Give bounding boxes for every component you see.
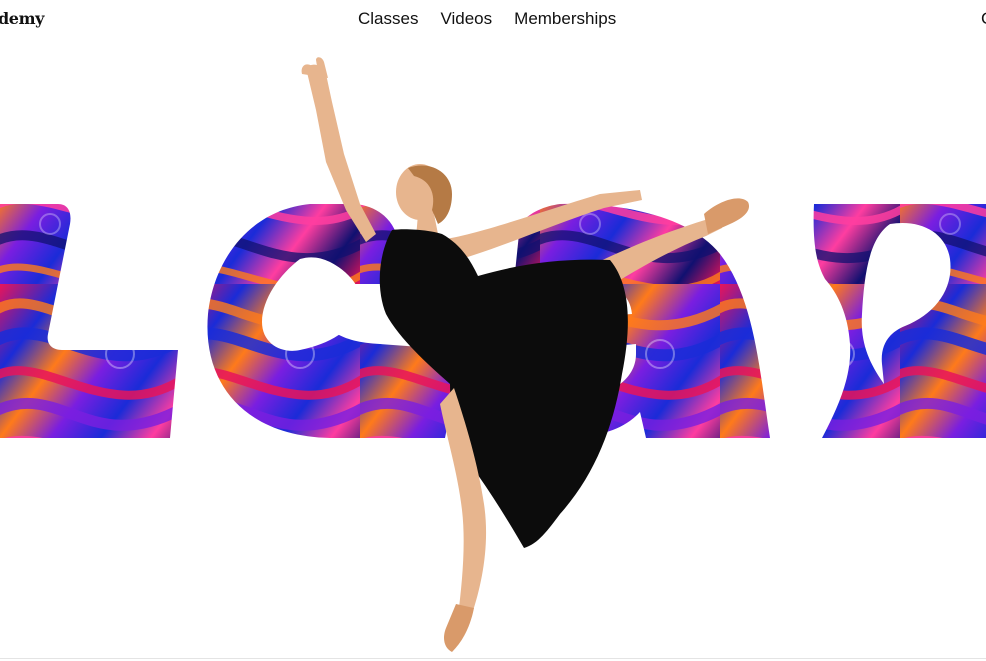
- letter-l-shape: [0, 204, 178, 438]
- nav-item-classes[interactable]: Classes: [358, 9, 418, 29]
- nav-item-videos[interactable]: Videos: [440, 9, 492, 29]
- bottom-divider: [0, 658, 986, 659]
- logo[interactable]: demy: [0, 9, 44, 28]
- dancer-shoe-right: [704, 198, 750, 234]
- site-header: demy Classes Videos Memberships C: [0, 0, 986, 44]
- hero-banner: [0, 44, 986, 661]
- header-right-link[interactable]: C: [981, 9, 986, 29]
- hero-artwork: [0, 57, 986, 652]
- nav-item-memberships[interactable]: Memberships: [514, 9, 616, 29]
- dancer-shoe-left: [444, 604, 474, 652]
- main-nav: Classes Videos Memberships: [358, 9, 616, 29]
